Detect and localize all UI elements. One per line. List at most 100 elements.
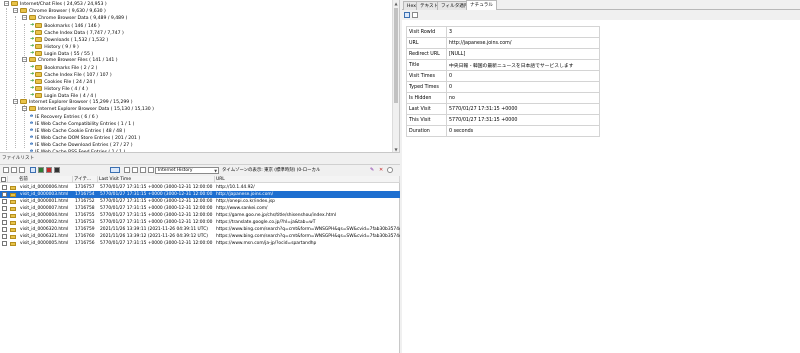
cell-name: visit_id_0000007.html (20, 206, 69, 211)
property-value: 0 (446, 81, 600, 93)
grid-view-icon[interactable] (140, 167, 146, 173)
cell-name: visit_id_0006321.html (20, 234, 69, 239)
table-row[interactable]: visit_id_0000006.html 1716757 5770/01/27 1… (0, 184, 400, 191)
column-header-url[interactable]: URL (215, 176, 400, 183)
collapse-toggle-icon[interactable]: − (4, 1, 9, 6)
highlight-green-icon[interactable] (38, 167, 44, 173)
tree-item[interactable]: e IE Recovery Entries ( 6 / 6 ) (30, 113, 98, 120)
print-preview-icon[interactable] (11, 167, 17, 173)
tree-item[interactable]: − Chrome Browser ( 9,630 / 9,630 ) (13, 8, 106, 15)
tree-scrollbar[interactable]: ▲ ▼ (392, 0, 399, 152)
print-icon[interactable] (3, 167, 9, 173)
bookmark-icon[interactable]: ✎ (370, 167, 376, 173)
settings-icon[interactable] (387, 167, 393, 173)
tree-item[interactable]: e IE Web Cache RSS Feed Entries ( 1 / 1 ) (30, 148, 125, 152)
green-arrow-icon: ➜ (30, 64, 35, 70)
tree-item[interactable]: e IE Web Cache DOM Store Entries ( 201 / … (30, 134, 140, 141)
table-row[interactable]: visit_id_0000002.html 1716753 5770/01/27 1… (0, 219, 400, 226)
tree-item[interactable]: − Chrome Browser Data ( 9,489 / 9,489 ) (22, 15, 127, 22)
export-icon[interactable] (19, 167, 25, 173)
tab-3[interactable]: ナチュラル (466, 0, 497, 10)
column-header-check[interactable] (0, 176, 8, 183)
row-checkbox[interactable] (2, 241, 7, 246)
scroll-up-icon[interactable]: ▲ (393, 0, 399, 7)
tree-item[interactable]: e IE Web Cache Compatibility Entries ( 1 … (30, 120, 134, 127)
tree-item[interactable]: ➜ Cookies File ( 24 / 24 ) (30, 78, 95, 85)
tag-dropdown-icon[interactable] (110, 167, 120, 173)
view-mode-select[interactable]: Internet History ▼ (155, 167, 219, 174)
collapse-toggle-icon[interactable]: − (13, 99, 18, 104)
internet-explorer-icon: e (30, 121, 34, 126)
table-row[interactable]: visit_id_0000004.html 1716755 5770/01/27 1… (0, 212, 400, 219)
collapse-toggle-icon[interactable]: − (22, 106, 27, 111)
tree-item[interactable]: ➜ Cache Index Data ( 7,747 / 7,747 ) (30, 29, 124, 36)
view-icon[interactable] (404, 12, 410, 18)
cell-time: 5770/01/27 17:31:15 +0000 (3000-12-31 12… (100, 213, 214, 218)
tree-item[interactable]: ➜ Downloads ( 1,532 / 1,532 ) (30, 36, 108, 43)
collapse-toggle-icon[interactable]: − (13, 8, 18, 13)
collapse-toggle-icon[interactable]: − (22, 57, 27, 62)
tree-item[interactable]: ➜ Cache Index File ( 107 / 107 ) (30, 71, 112, 78)
folder-icon (11, 1, 18, 6)
property-key: This Visit (406, 114, 447, 126)
table-row[interactable]: visit_id_0006320.html 1716759 2021/11/26 1… (0, 226, 400, 233)
copy-icon[interactable] (124, 167, 130, 173)
highlight-red-icon[interactable] (46, 167, 52, 173)
green-arrow-icon: ➜ (30, 85, 35, 91)
green-arrow-icon: ➜ (30, 78, 35, 84)
folder-icon (35, 93, 43, 98)
list-view-icon[interactable] (148, 167, 154, 173)
column-header-name[interactable]: 名前 (18, 176, 73, 183)
row-checkbox[interactable] (2, 185, 7, 190)
table-row[interactable]: visit_id_0000005.html 1716756 5770/01/27 1… (0, 240, 400, 247)
cell-time: 2021/11/26 13:39:11 (2021-11-26 04:39:11… (100, 227, 208, 232)
property-value: 0 (446, 70, 600, 82)
scroll-thumb[interactable] (394, 8, 398, 103)
collapse-toggle-icon[interactable]: − (22, 15, 27, 20)
tree-item[interactable]: ➜ Bookmarks File ( 2 / 2 ) (30, 64, 97, 71)
tree-item[interactable]: ➜ History ( 9 / 9 ) (30, 43, 79, 50)
property-key: Typed Times (406, 81, 447, 93)
property-row: Last Visit 5770/01/27 17:31:15 +0000 (406, 103, 600, 115)
table-row[interactable]: visit_id_0000001.html 1716752 5770/01/27 1… (0, 198, 400, 205)
tree-item[interactable]: ➜ Bookmarks ( 146 / 146 ) (30, 22, 100, 29)
folder-icon (35, 44, 43, 49)
table-row[interactable]: visit_id_0000007.html 1716758 5770/01/27 1… (0, 205, 400, 212)
tree-item[interactable]: ➜ Login Data File ( 4 / 4 ) (30, 92, 96, 99)
gallery-icon[interactable] (54, 167, 60, 173)
tree-item[interactable]: − Internet Explorer Browser Data ( 15,130… (22, 106, 154, 113)
edit-icon[interactable] (30, 167, 36, 173)
property-row: Visit RowId 3 (406, 26, 600, 38)
row-checkbox[interactable] (2, 199, 7, 204)
column-header-last-visit[interactable]: Last Visit Time (98, 176, 215, 183)
tree-item-label: Chrome Browser Data ( 9,489 / 9,489 ) (38, 16, 128, 21)
tree-item[interactable]: ➜ Login Data ( 55 / 55 ) (30, 50, 93, 57)
property-key: URL (406, 37, 447, 49)
table-view-icon[interactable] (132, 167, 138, 173)
row-checkbox[interactable] (2, 234, 7, 239)
row-checkbox[interactable] (2, 192, 7, 197)
property-value: 0 seconds (446, 125, 600, 137)
row-checkbox[interactable] (2, 213, 7, 218)
close-icon[interactable]: ✕ (379, 167, 385, 173)
table-row[interactable]: visit_id_0000003.html 1716754 5770/01/27 1… (0, 191, 400, 198)
table-row[interactable]: visit_id_0006321.html 1716760 2021/11/26 1… (0, 233, 400, 240)
cell-time: 5770/01/27 17:31:15 +0000 (3000-12-31 12… (100, 192, 214, 197)
row-checkbox[interactable] (2, 227, 7, 232)
property-value: 3 (446, 26, 600, 38)
property-row: Is Hidden no (406, 92, 600, 104)
tree-item[interactable]: e IE Web Cache Cookie Entries ( 48 / 48 ) (30, 127, 125, 134)
row-checkbox[interactable] (2, 220, 7, 225)
select-all-checkbox[interactable] (1, 177, 6, 182)
scroll-down-icon[interactable]: ▼ (393, 146, 399, 152)
row-checkbox[interactable] (2, 206, 7, 211)
tree-item[interactable]: − Internet/Chat Files ( 24,953 / 24,953 ) (4, 1, 107, 8)
tree-item[interactable]: − Chrome Browser Files ( 141 / 141 ) (22, 57, 118, 64)
tree-item[interactable]: e IE Web Cache Download Entries ( 27 / 27… (30, 141, 132, 148)
tree-item[interactable]: ➜ History File ( 4 / 4 ) (30, 85, 88, 92)
refresh-icon[interactable] (412, 12, 418, 18)
cell-time: 2021/11/26 13:39:12 (2021-11-26 04:39:12… (100, 234, 208, 239)
column-header-item[interactable]: アイテ... (73, 176, 98, 183)
property-row: Duration 0 seconds (406, 125, 600, 137)
tree-item[interactable]: − Internet Explorer Browser ( 15,299 / 15… (13, 99, 132, 106)
